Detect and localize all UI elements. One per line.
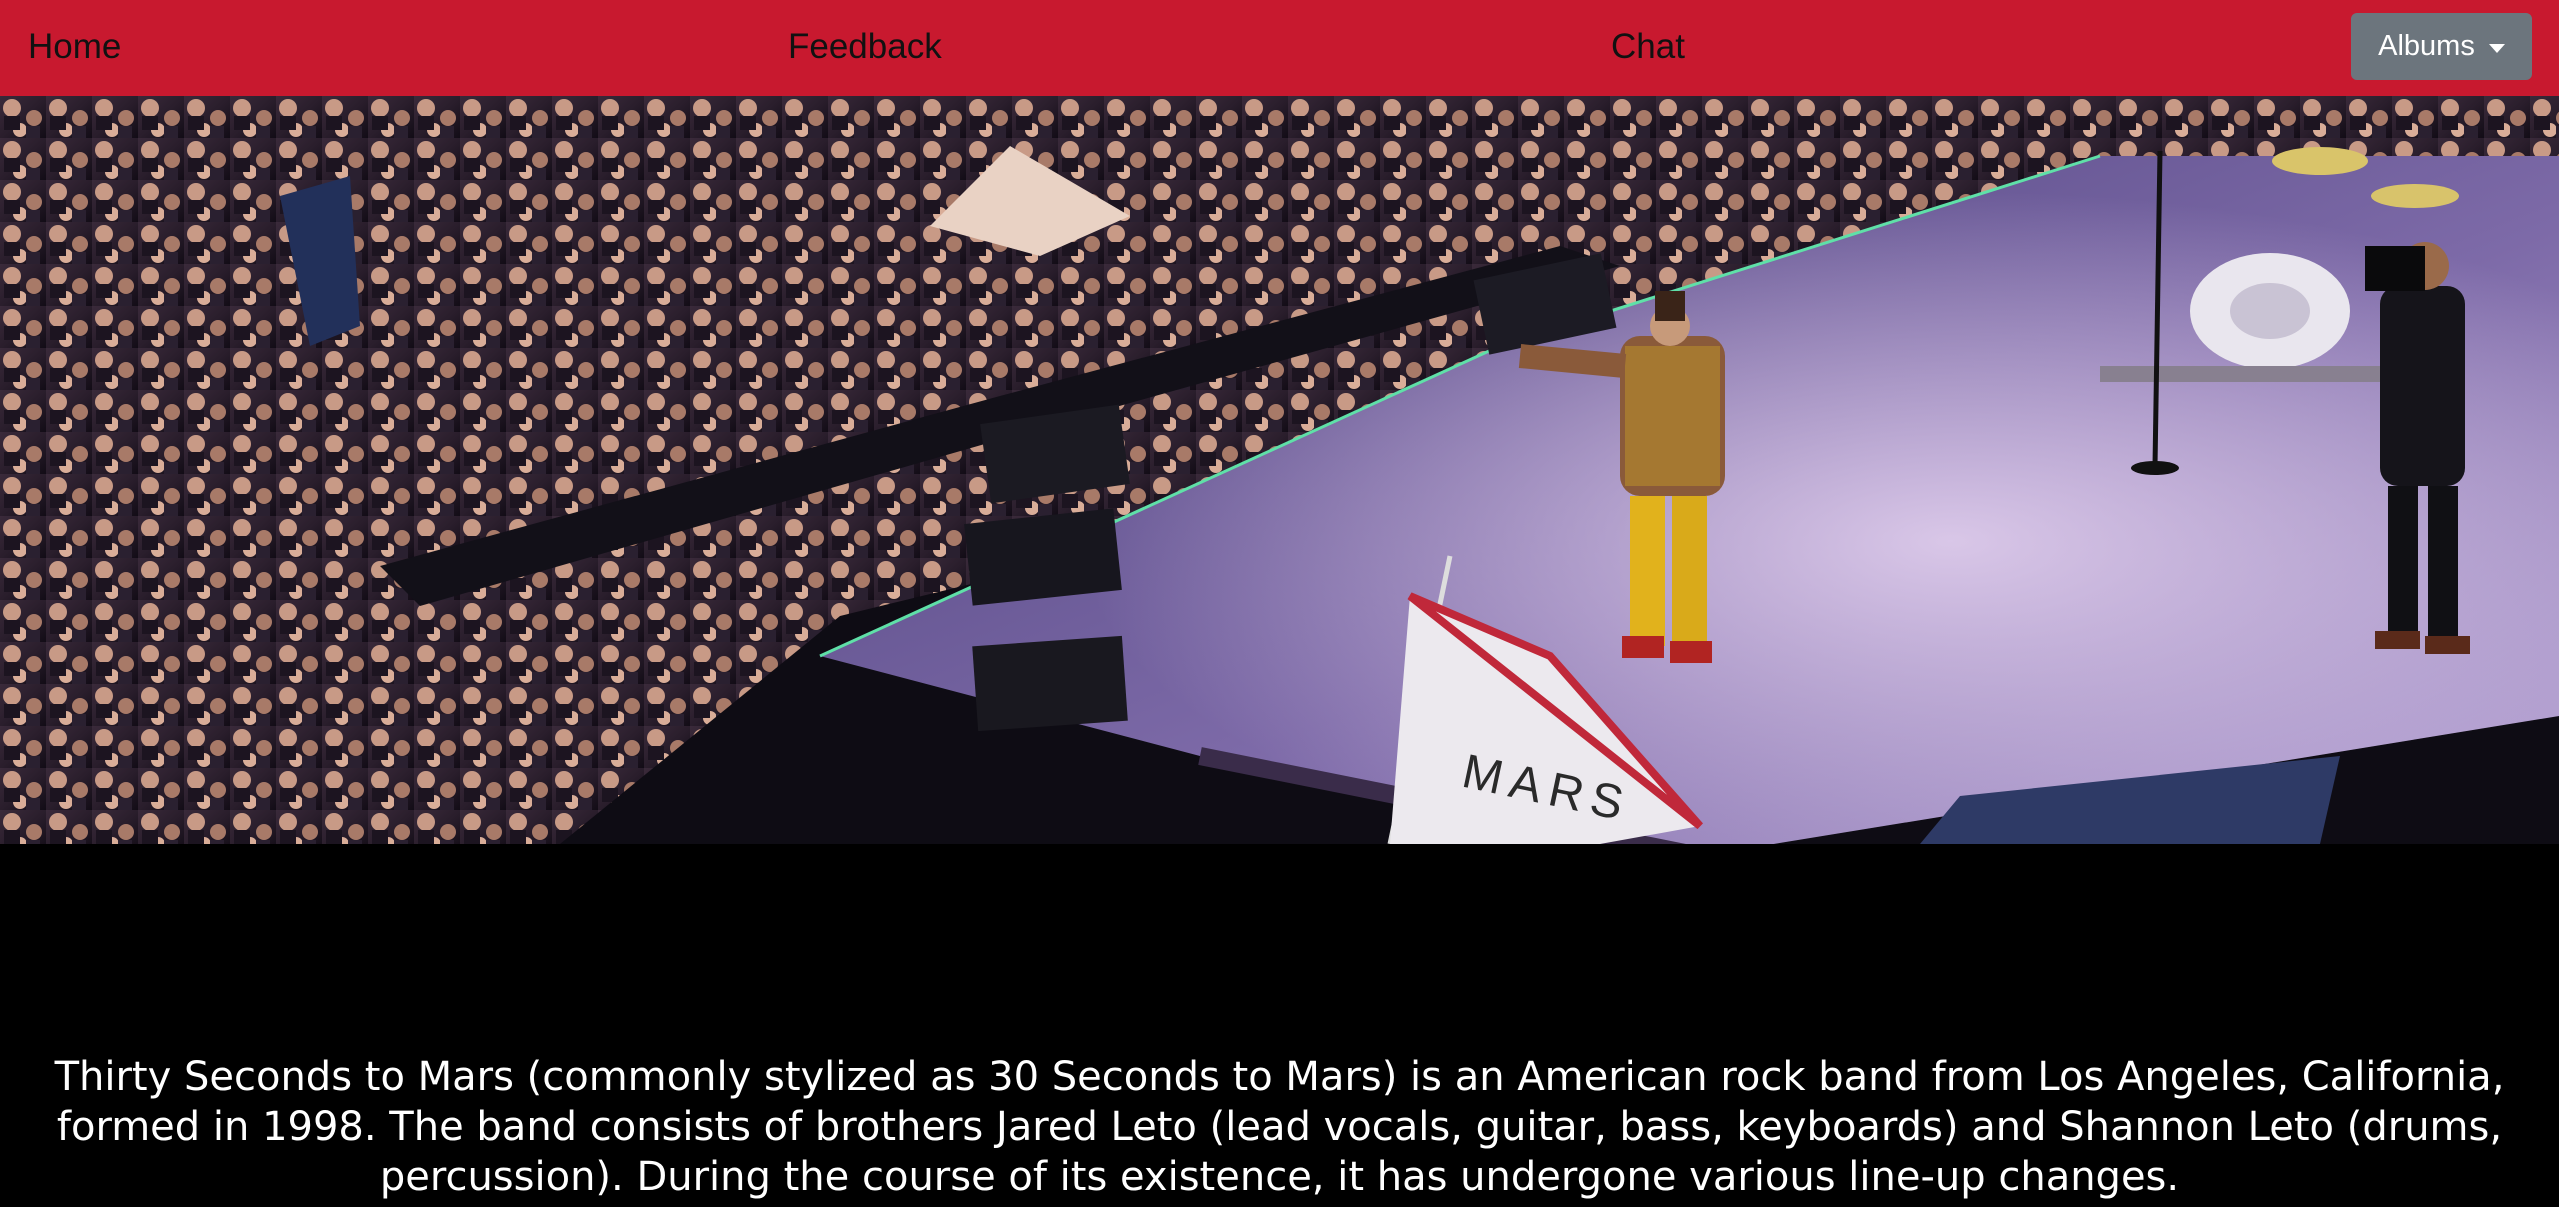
caret-down-icon: [2488, 43, 2505, 53]
albums-dropdown-button[interactable]: Albums: [2351, 13, 2532, 80]
albums-dropdown-label: Albums: [2378, 30, 2475, 62]
nav-link-feedback[interactable]: Feedback: [788, 23, 942, 71]
concert-photo-illustration: MARS: [0, 96, 2559, 844]
hero-concert-image: MARS: [0, 96, 2559, 844]
nav-link-home[interactable]: Home: [28, 23, 121, 71]
band-description-text: Thirty Seconds to Mars (commonly stylize…: [54, 1054, 2505, 1200]
nav-link-chat[interactable]: Chat: [1611, 23, 1685, 71]
top-navbar: Home Feedback Chat Albums: [0, 0, 2559, 96]
